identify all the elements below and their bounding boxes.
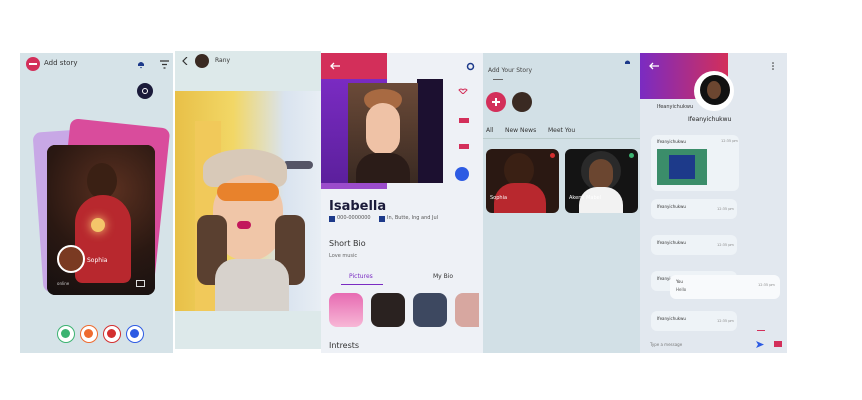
picture-thumb[interactable] xyxy=(329,293,363,327)
message-bubble: Ifeanyichukwu 12:35 pm xyxy=(651,311,737,331)
message-button[interactable] xyxy=(455,167,469,181)
story-card-name: Akemi Mabel xyxy=(569,195,602,201)
message-input[interactable]: Type a message xyxy=(650,342,682,347)
picture-thumb[interactable] xyxy=(371,293,405,327)
tab-pictures[interactable]: Pictures xyxy=(349,273,373,280)
message-sender: Ifeanyichukwu xyxy=(657,139,686,144)
bell-icon[interactable] xyxy=(136,59,146,69)
picture-thumb[interactable] xyxy=(413,293,447,327)
unread-indicator xyxy=(757,330,765,331)
message-bubble: Ifeanyichukwu 12:35 pm xyxy=(651,135,739,191)
phone-icon xyxy=(329,216,335,222)
favorite-button[interactable] xyxy=(80,325,98,343)
profile-location: In, Butte, Ing and Jul xyxy=(387,215,439,221)
message-time: 12:35 pm xyxy=(717,243,734,247)
screen-story-view: Rany xyxy=(175,51,321,349)
profile-status: online xyxy=(57,281,70,286)
settings-button[interactable] xyxy=(137,83,153,99)
heart-icon xyxy=(84,329,93,338)
status-dot xyxy=(550,153,555,158)
info-icon xyxy=(130,329,139,338)
message-image xyxy=(657,149,707,185)
interests-heading: Intrests xyxy=(329,341,360,350)
settings-icon[interactable] xyxy=(466,62,475,71)
message-bubble: Ifeanyichukwu 12:35 pm xyxy=(651,235,737,255)
add-story-button[interactable] xyxy=(26,57,40,71)
message-sender: Ifeanyichukwu xyxy=(657,316,686,321)
profile-name: Sophia xyxy=(87,257,108,264)
location-icon xyxy=(379,216,385,222)
chat-avatar xyxy=(694,71,734,111)
chat-header-sub: Ifeanyichukwu xyxy=(688,116,732,123)
back-arrow-icon[interactable] xyxy=(648,61,660,71)
profile-photo xyxy=(348,83,418,183)
story-card[interactable]: Sophia xyxy=(486,149,559,213)
add-story-title: Add story xyxy=(44,59,78,67)
filter-icon[interactable] xyxy=(159,59,169,69)
screen-chat: Ifeanyichukwu Ifeanyichukwu Ifeanyichukw… xyxy=(640,53,787,353)
dislike-button[interactable] xyxy=(103,325,121,343)
back-arrow-icon[interactable] xyxy=(329,61,341,71)
profile-card[interactable]: Sophia online xyxy=(47,145,155,295)
person-figure xyxy=(197,149,307,311)
tab-new-news[interactable]: New News xyxy=(505,127,536,134)
more-options-icon[interactable] xyxy=(770,61,776,71)
profile-phone: 000-0000000 xyxy=(337,215,371,221)
message-time: 12:35 pm xyxy=(758,283,775,287)
profile-avatar xyxy=(57,245,85,273)
message-time: 12:35 pm xyxy=(717,319,734,323)
story-user-name: Rany xyxy=(215,57,231,64)
send-icon[interactable] xyxy=(755,340,765,348)
picture-thumb[interactable] xyxy=(455,293,479,327)
add-story-button[interactable] xyxy=(486,92,506,112)
add-story-label: Add Your Story xyxy=(488,67,533,74)
screen-profile-detail: Isabella 000-0000000 In, Butte, Ing and … xyxy=(321,53,483,353)
heart-outline-icon[interactable] xyxy=(457,87,471,95)
tab-pictures-underline xyxy=(341,284,383,285)
add-story-arrow xyxy=(493,79,503,80)
message-sender: Ifeanyichukwu xyxy=(657,204,686,209)
like-button[interactable] xyxy=(57,325,75,343)
short-bio-heading: Short Bio xyxy=(329,239,366,248)
message-text: Hello xyxy=(676,287,687,292)
message-bubble: Ifeanyichukwu 12:35 pm xyxy=(651,199,737,219)
screen-stories-feed: Add Your Story All New News Meet You Sop… xyxy=(483,53,640,353)
story-photo xyxy=(175,91,321,311)
divider-strip xyxy=(321,183,387,189)
profile-name: Isabella xyxy=(329,199,387,214)
message-time: 12:35 pm xyxy=(717,207,734,211)
info-button[interactable] xyxy=(126,325,144,343)
thumbs-down-icon[interactable] xyxy=(457,143,471,151)
story-card-name: Sophia xyxy=(490,195,508,201)
tab-my-bio[interactable]: My Bio xyxy=(433,273,453,280)
attach-icon[interactable] xyxy=(773,340,783,348)
back-arrow-icon[interactable] xyxy=(181,57,189,65)
message-bubble-outgoing: You Hello 12:35 pm xyxy=(670,275,780,299)
tabs-divider xyxy=(483,138,640,139)
message-sender: You xyxy=(676,279,683,284)
user-avatar xyxy=(195,54,209,68)
thumbs-down-icon xyxy=(107,329,116,338)
message-sender: Ifeanyichukwu xyxy=(657,240,686,245)
message-time: 12:35 pm xyxy=(721,139,738,143)
story-card[interactable]: Akemi Mabel xyxy=(565,149,638,213)
bell-icon[interactable] xyxy=(623,59,631,67)
story-avatar[interactable] xyxy=(512,92,532,112)
tab-all[interactable]: All xyxy=(486,127,493,134)
short-bio-text: Love music xyxy=(329,253,358,259)
status-dot xyxy=(629,153,634,158)
screen-add-story: Add story Sophia online xyxy=(20,53,173,353)
hero-bg-dark xyxy=(417,79,443,183)
message-icon[interactable] xyxy=(135,279,145,287)
chat-header-name: Ifeanyichukwu xyxy=(657,104,694,110)
thumbs-up-icon[interactable] xyxy=(457,115,471,123)
tab-meet-you[interactable]: Meet You xyxy=(548,127,575,134)
thumbs-up-icon xyxy=(61,329,70,338)
